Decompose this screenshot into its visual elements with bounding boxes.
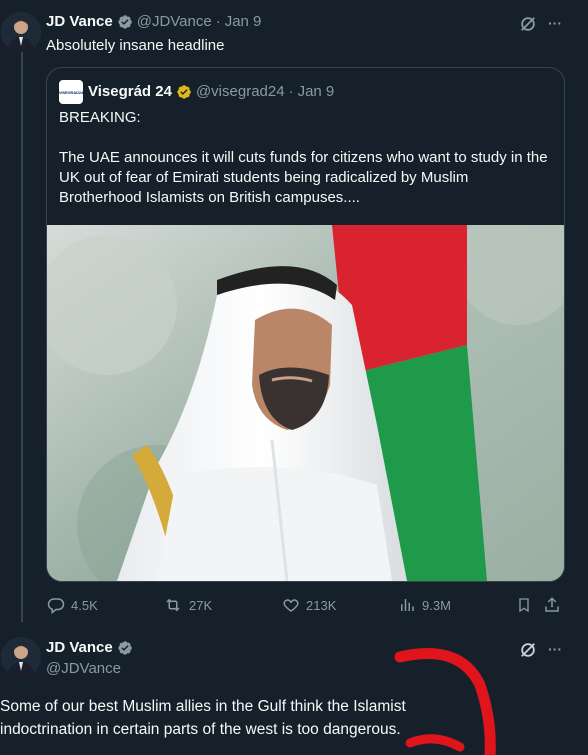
verified-badge-icon-2 (118, 640, 132, 655)
tweet1-header: JD Vance @JDVance · Jan 9 (46, 13, 261, 30)
views-count: 9.3M (422, 597, 451, 613)
like-icon (283, 599, 299, 612)
like-count: 213K (306, 597, 337, 613)
quote-header: Visegrád 24 @visegrad24 · Jan 9 (88, 83, 334, 100)
quote-separator-dot: · (288, 83, 294, 100)
verified-badge-icon (118, 14, 132, 29)
avatar[interactable] (1, 12, 41, 52)
author-handle[interactable]: @JDVance (137, 13, 212, 30)
bookmark-icon[interactable] (515, 596, 533, 614)
quote-author-name[interactable]: Visegrád 24 (88, 83, 172, 100)
avatar-2[interactable] (1, 637, 41, 677)
quote-media-image[interactable] (47, 225, 564, 581)
grok-icon[interactable] (518, 14, 538, 34)
quote-author-handle[interactable]: @visegrad24 (196, 83, 285, 100)
verified-gold-badge-icon (177, 84, 191, 99)
repost-count: 27K (189, 597, 213, 613)
tweet-text: Absolutely insane headline (46, 37, 225, 54)
like-button[interactable]: 213K (282, 596, 336, 614)
reply-button[interactable]: 4.5K (47, 596, 98, 614)
red-annotation-scribble (394, 648, 496, 755)
reply-count: 4.5K (71, 597, 98, 613)
more-icon[interactable]: ··· (544, 12, 566, 34)
repost-button[interactable]: 27K (163, 596, 212, 614)
share-icon[interactable] (543, 596, 561, 614)
author-handle-2[interactable]: @JDVance (46, 660, 121, 677)
reply-icon (47, 598, 65, 614)
quote-logo-text: VISEGRAD24 (58, 89, 84, 95)
author-name-2[interactable]: JD Vance (46, 639, 113, 656)
quote-avatar[interactable]: VISEGRAD24 (59, 80, 83, 104)
views-icon (401, 599, 414, 611)
quote-text-breaking: BREAKING: (59, 109, 141, 126)
quote-date[interactable]: Jan 9 (298, 83, 335, 100)
thread-line (21, 50, 23, 622)
views-button[interactable]: 9.3M (398, 596, 451, 614)
more-icon-glyph: ··· (548, 15, 562, 31)
separator-dot: · (215, 13, 221, 30)
quote-text-body: The UAE announces it will cuts funds for… (59, 149, 548, 206)
more-icon-2[interactable]: ··· (544, 638, 566, 660)
tweet2-header: JD Vance (46, 639, 133, 656)
more-icon-2-glyph: ··· (548, 641, 562, 657)
repost-icon (166, 598, 180, 612)
author-name[interactable]: JD Vance (46, 13, 113, 30)
quoted-tweet-card[interactable]: VISEGRAD24 Visegrád 24 @visegrad24 · Jan… (46, 67, 565, 582)
tweet-date[interactable]: Jan 9 (225, 13, 262, 30)
